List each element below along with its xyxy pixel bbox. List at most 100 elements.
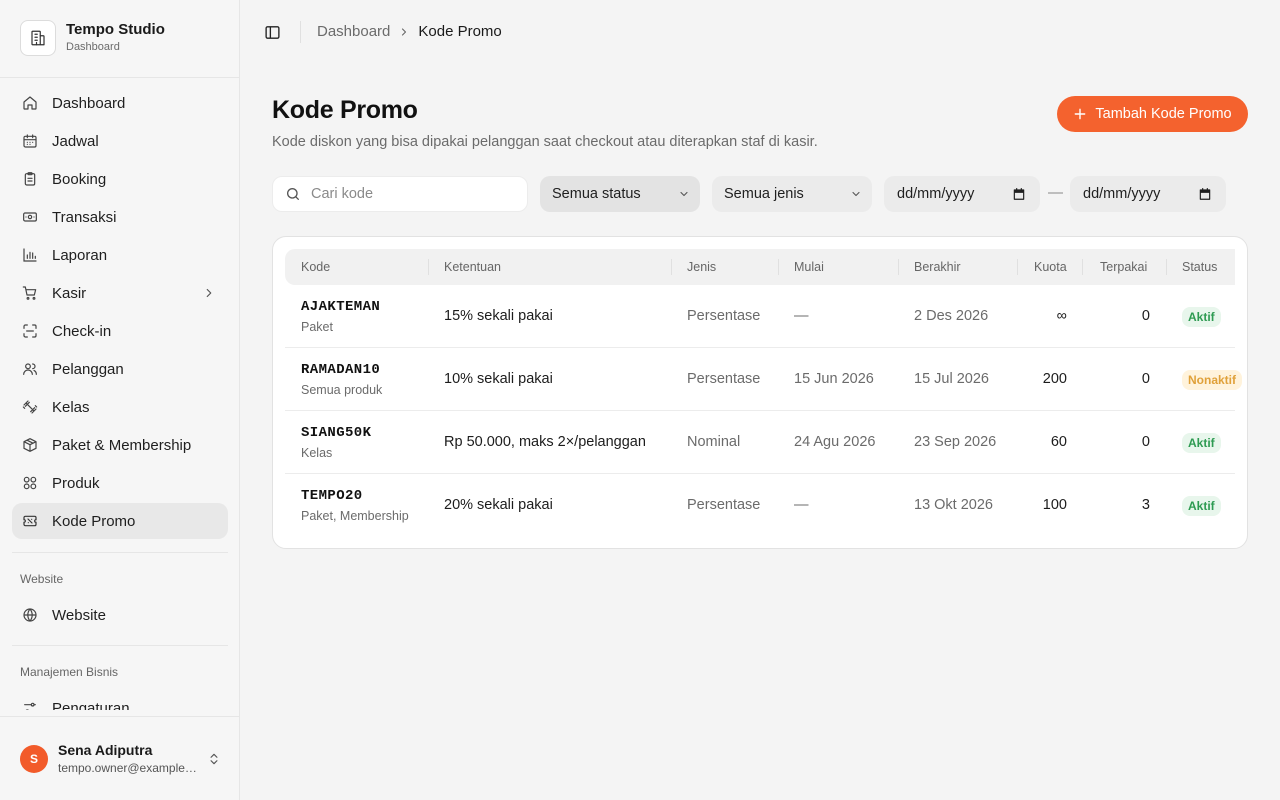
building-icon [20, 20, 56, 56]
chevron-down-icon [678, 188, 690, 204]
sidebar-item-label: Jadwal [52, 132, 99, 150]
date-to-value: dd/mm/yyyy [1083, 186, 1161, 202]
page-title: Kode Promo [272, 96, 418, 124]
sidebar-item-check-in[interactable]: Check-in [12, 313, 228, 349]
promo-type: Nominal [687, 434, 741, 450]
sidebar-item-label: Kelas [52, 398, 90, 416]
divider [671, 259, 672, 275]
search-box[interactable] [272, 176, 528, 212]
breadcrumb-current: Kode Promo [418, 23, 502, 40]
column-header-mulai[interactable]: Mulai [794, 249, 824, 285]
brand-name: Tempo Studio [66, 21, 165, 38]
sidebar-item-label: Booking [52, 170, 107, 188]
calendar-icon[interactable] [1012, 187, 1026, 205]
promo-used: 0 [1141, 434, 1150, 450]
status-filter-value: Semua status [552, 186, 641, 202]
page-subtitle: Kode diskon yang bisa dipakai pelanggan … [272, 134, 818, 150]
dumbbell-icon [22, 399, 38, 415]
promo-used: 0 [1141, 308, 1150, 324]
sidebar-item-label: Website [52, 606, 106, 624]
promo-type: Persentase [687, 371, 761, 387]
type-filter-select[interactable]: Semua jenis [712, 176, 872, 212]
sidebar-item-transaksi[interactable]: Transaksi [12, 199, 228, 235]
promo-terms: Rp 50.000, maks 2×/pelanggan [444, 434, 646, 450]
sidebar-item-kelas[interactable]: Kelas [12, 389, 228, 425]
column-header-jenis[interactable]: Jenis [687, 249, 716, 285]
sidebar-item-kasir[interactable]: Kasir [12, 275, 228, 311]
column-header-kode[interactable]: Kode [301, 249, 330, 285]
sidebar-item-laporan[interactable]: Laporan [12, 237, 228, 273]
sidebar-toggle-button[interactable] [262, 22, 282, 42]
users-icon [22, 361, 38, 377]
sidebar-item-label: Kasir [52, 284, 87, 302]
sidebar-item-jadwal[interactable]: Jadwal [12, 123, 228, 159]
table-row[interactable]: AJAKTEMAN Paket 15% sekali pakai Persent… [285, 285, 1235, 348]
topbar: Dashboard Kode Promo [240, 0, 1280, 64]
user-email: tempo.owner@example.com [58, 761, 198, 775]
divider [1017, 259, 1018, 275]
date-range-separator: — [1048, 184, 1063, 201]
divider [428, 259, 429, 275]
chevrons-up-down-icon [207, 751, 221, 772]
promo-quota: 200 [1042, 371, 1067, 387]
brand[interactable]: Tempo Studio Dashboard [20, 20, 165, 56]
promo-scope: Kelas [301, 446, 333, 460]
chevron-down-icon [850, 188, 862, 204]
date-to-input[interactable]: dd/mm/yyyy [1070, 176, 1226, 212]
add-button-label: Tambah Kode Promo [1095, 106, 1232, 122]
sidebar-item-website[interactable]: Website [12, 597, 228, 633]
column-header-terpakai[interactable]: Terpakai [1100, 249, 1147, 285]
promo-used: 3 [1141, 497, 1150, 513]
status-filter-select[interactable]: Semua status [540, 176, 700, 212]
divider [898, 259, 899, 275]
sidebar-item-label: Produk [52, 474, 100, 492]
sidebar-item-kode-promo[interactable]: Kode Promo [12, 503, 228, 539]
sidebar-item-pelanggan[interactable]: Pelanggan [12, 351, 228, 387]
divider [12, 645, 228, 646]
promo-code: SIANG50K [301, 425, 372, 441]
status-badge: Aktif [1182, 433, 1221, 453]
user-menu[interactable]: S Sena Adiputra tempo.owner@example.com [0, 716, 239, 800]
table-row[interactable]: TEMPO20 Paket, Membership 20% sekali pak… [285, 474, 1235, 537]
table-row[interactable]: RAMADAN10 Semua produk 10% sekali pakai … [285, 348, 1242, 411]
add-promo-code-button[interactable]: Tambah Kode Promo [1057, 96, 1248, 132]
sidebar-item-booking[interactable]: Booking [12, 161, 228, 197]
promo-terms: 20% sekali pakai [444, 497, 553, 513]
promo-scope: Paket [301, 320, 333, 334]
date-from-input[interactable]: dd/mm/yyyy [884, 176, 1040, 212]
column-header-ketentuan[interactable]: Ketentuan [444, 249, 501, 285]
search-input[interactable] [311, 186, 501, 202]
avatar: S [20, 745, 48, 773]
column-header-kuota[interactable]: Kuota [1034, 249, 1067, 285]
cart-icon [22, 285, 38, 301]
calendar-icon[interactable] [1198, 187, 1212, 205]
column-header-berakhir[interactable]: Berakhir [914, 249, 961, 285]
promo-end-date: 23 Sep 2026 [914, 434, 997, 450]
type-filter-value: Semua jenis [724, 186, 804, 202]
promo-table: Kode Ketentuan Jenis Mulai Berakhir Kuot… [272, 236, 1248, 549]
section-label-website: Website [20, 572, 64, 586]
promo-start-date: — [794, 308, 809, 324]
sidebar-item-label: Check-in [52, 322, 112, 340]
promo-start-date: — [794, 497, 809, 513]
table-row[interactable]: SIANG50K Kelas Rp 50.000, maks 2×/pelang… [285, 411, 1235, 474]
search-icon [285, 186, 301, 202]
divider [778, 259, 779, 275]
status-badge: Aktif [1182, 307, 1221, 327]
column-header-status[interactable]: Status [1182, 249, 1217, 285]
user-name: Sena Adiputra [58, 742, 153, 758]
sidebar-item-label: Laporan [52, 246, 108, 264]
sidebar-item-label: Pengaturan [52, 699, 130, 711]
promo-scope: Semua produk [301, 383, 383, 397]
bar-chart-icon [22, 247, 38, 263]
sidebar-item-label: Transaksi [52, 208, 117, 226]
scan-icon [22, 323, 38, 339]
breadcrumb-dashboard[interactable]: Dashboard [317, 23, 390, 40]
plus-icon [1073, 107, 1087, 121]
promo-end-date: 2 Des 2026 [914, 308, 989, 324]
sidebar-item-pengaturan[interactable]: Pengaturan [12, 690, 228, 710]
promo-scope: Paket, Membership [301, 509, 409, 523]
sidebar-item-produk[interactable]: Produk [12, 465, 228, 501]
sidebar-item-dashboard[interactable]: Dashboard [12, 85, 228, 121]
sidebar-item-paket-membership[interactable]: Paket & Membership [12, 427, 228, 463]
